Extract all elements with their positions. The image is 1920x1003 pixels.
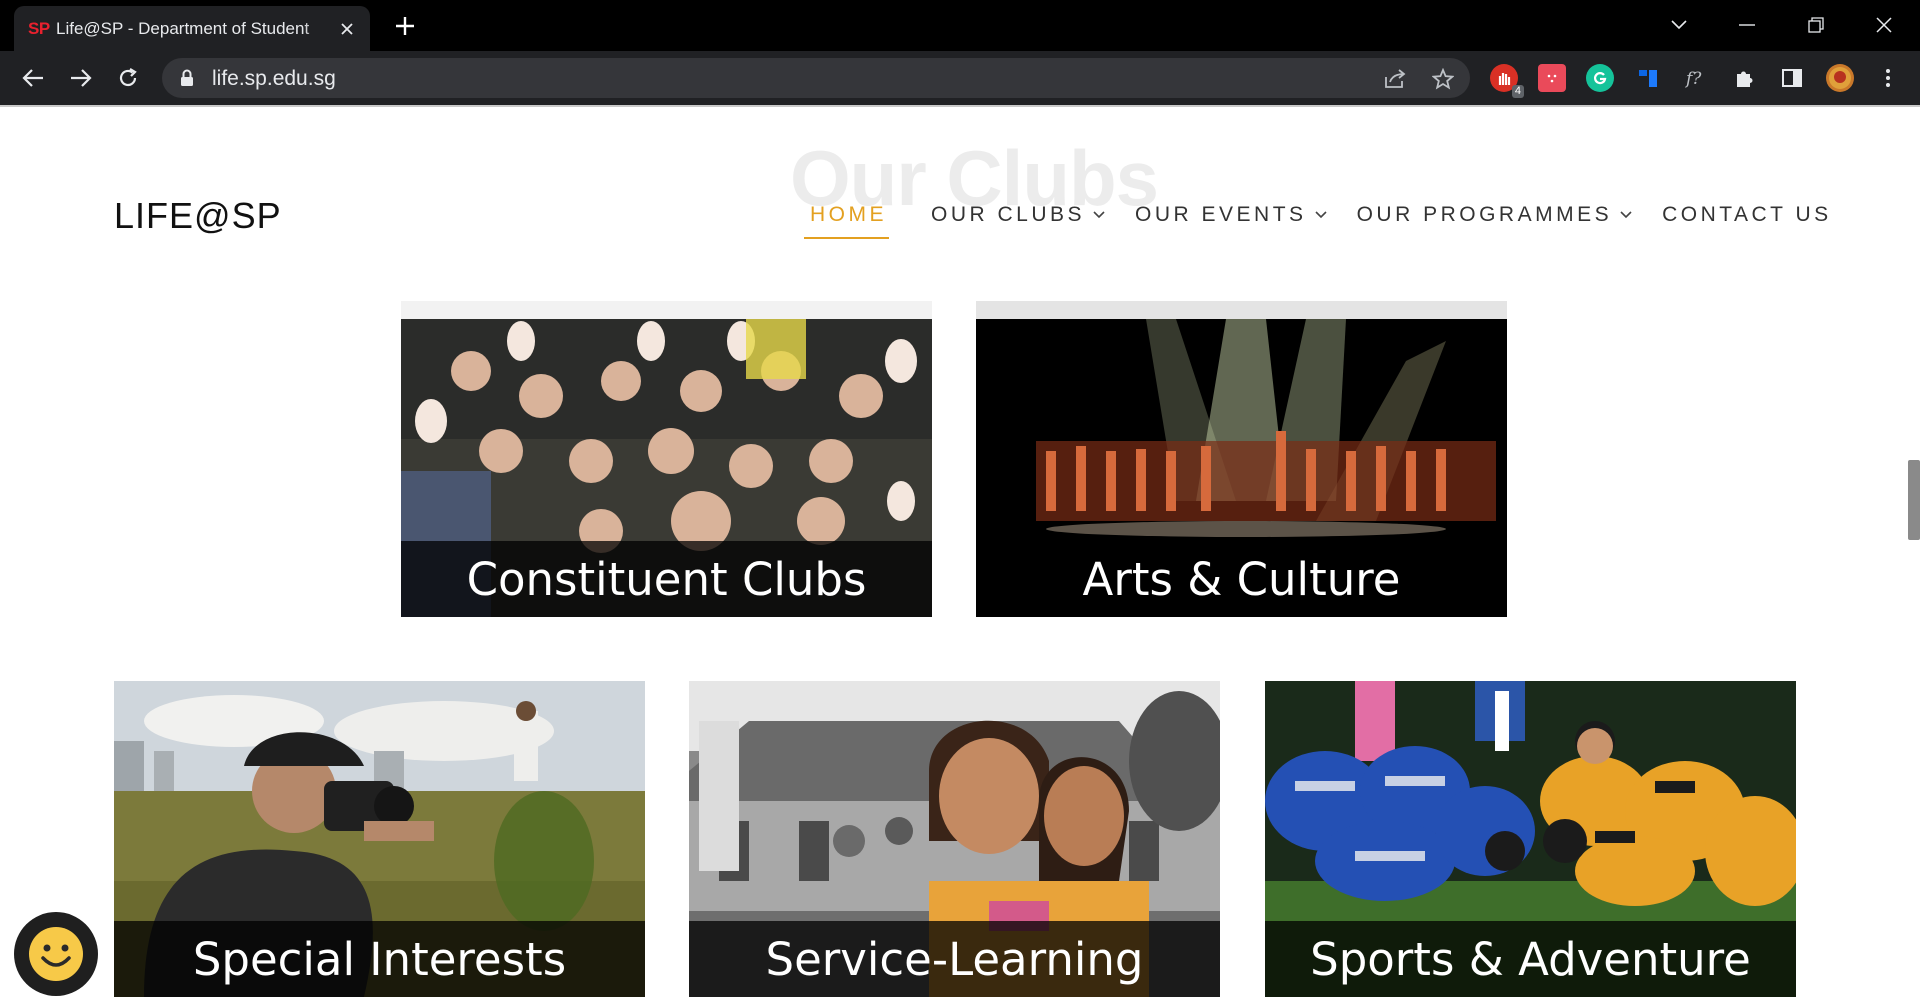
card-sports-adventure[interactable]: Sports & Adventure xyxy=(1265,681,1796,997)
card-service-learning[interactable]: Service-Learning xyxy=(689,681,1220,997)
close-window-icon[interactable] xyxy=(1869,10,1899,40)
card-title: Special Interests xyxy=(114,921,645,997)
nav-our-programmes-label: OUR PROGRAMMES xyxy=(1356,203,1613,226)
sp-favicon-icon: SP xyxy=(28,18,50,38)
browser-menu-icon[interactable] xyxy=(1874,64,1902,92)
new-tab-icon[interactable] xyxy=(392,13,418,39)
chevron-down-icon xyxy=(1093,211,1105,219)
smiley-icon xyxy=(29,927,83,981)
adblock-extension-icon[interactable]: 4 xyxy=(1490,64,1524,98)
main-nav: HOME OUR CLUBS OUR EVENTS OUR PROGRAMMES… xyxy=(790,203,1832,239)
card-title: Arts & Culture xyxy=(976,541,1507,617)
reload-icon[interactable] xyxy=(114,64,142,92)
tab-title: Life@SP - Department of Student xyxy=(56,18,310,38)
profile-avatar[interactable] xyxy=(1826,64,1854,92)
trello-extension-icon[interactable] xyxy=(1634,64,1662,92)
address-bar[interactable]: life.sp.edu.sg xyxy=(162,58,1470,98)
browser-toolbar: life.sp.edu.sg 4 f? xyxy=(0,51,1920,105)
card-special-interests[interactable]: Special Interests xyxy=(114,681,645,997)
nav-our-clubs-label: OUR CLUBS xyxy=(931,203,1086,226)
browser-tab-strip: SP Life@SP - Department of Student xyxy=(0,0,1920,51)
nav-home-label: HOME xyxy=(810,203,887,226)
nav-our-clubs[interactable]: OUR CLUBS xyxy=(931,203,1105,227)
grammarly-icon[interactable] xyxy=(1586,64,1614,92)
svg-text:f?: f? xyxy=(1684,69,1702,89)
bookmark-star-icon[interactable] xyxy=(1430,66,1456,92)
forward-arrow-icon[interactable] xyxy=(67,64,95,92)
card-title: Service-Learning xyxy=(689,921,1220,997)
nav-our-events-label: OUR EVENTS xyxy=(1135,203,1307,226)
chevron-down-icon xyxy=(1314,211,1327,219)
back-arrow-icon[interactable] xyxy=(19,64,47,92)
restore-icon[interactable] xyxy=(1801,10,1831,40)
close-icon[interactable] xyxy=(336,18,358,40)
nav-contact-us[interactable]: CONTACT US xyxy=(1662,203,1832,227)
extension-badge: 4 xyxy=(1511,85,1524,98)
card-title: Constituent Clubs xyxy=(401,541,932,617)
nav-home[interactable]: HOME xyxy=(804,203,889,239)
card-constituent-clubs[interactable]: Constituent Clubs xyxy=(401,301,932,617)
lock-icon[interactable] xyxy=(180,69,194,92)
chevron-down-icon xyxy=(1620,211,1632,219)
web-page: Our Clubs LIFE@SP HOME OUR CLUBS OUR EVE… xyxy=(0,107,1920,1003)
side-panel-icon[interactable] xyxy=(1778,64,1806,92)
nav-our-programmes[interactable]: OUR PROGRAMMES xyxy=(1357,203,1633,227)
tab-search-icon[interactable] xyxy=(1664,10,1694,40)
calendar-extension-icon[interactable] xyxy=(1538,64,1566,92)
chat-widget-button[interactable] xyxy=(14,912,98,996)
nav-our-events[interactable]: OUR EVENTS xyxy=(1135,203,1327,227)
card-arts-culture[interactable]: Arts & Culture xyxy=(976,301,1507,617)
browser-tab[interactable]: SP Life@SP - Department of Student xyxy=(14,6,370,51)
share-icon[interactable] xyxy=(1382,66,1408,92)
nav-contact-us-label: CONTACT US xyxy=(1662,203,1832,226)
site-logo[interactable]: LIFE@SP xyxy=(114,195,282,237)
card-title: Sports & Adventure xyxy=(1265,921,1796,997)
puzzle-extensions-icon[interactable] xyxy=(1730,64,1758,92)
url-text[interactable]: life.sp.edu.sg xyxy=(212,67,336,91)
minimize-icon[interactable] xyxy=(1732,10,1762,40)
scrollbar-thumb[interactable] xyxy=(1908,460,1920,540)
formula-extension-icon[interactable]: f? xyxy=(1682,64,1710,92)
